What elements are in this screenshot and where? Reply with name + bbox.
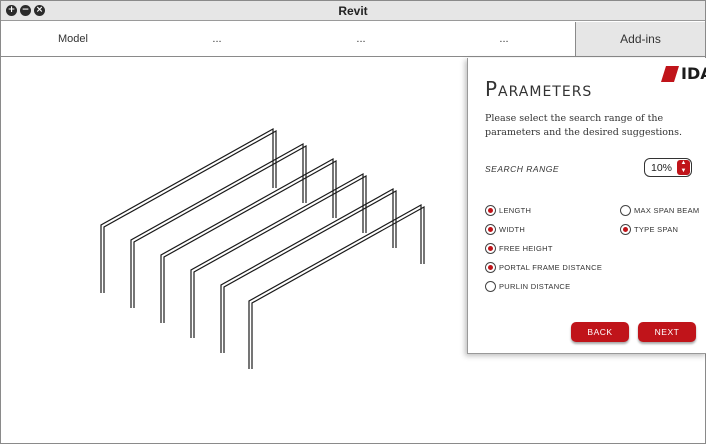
- option-label: PORTAL FRAME DISTANCE: [499, 263, 603, 272]
- app-window: + − × Revit Model ... ... ... Add-ins Pa…: [0, 0, 706, 444]
- radio-length[interactable]: [485, 205, 496, 216]
- radio-purlin-distance[interactable]: [485, 281, 496, 292]
- option-label: FREE HEIGHT: [499, 244, 553, 253]
- back-button[interactable]: BACK: [571, 322, 629, 342]
- stepper-buttons: ▲ ▼: [677, 160, 690, 175]
- search-range-value[interactable]: 10%: [651, 162, 672, 174]
- option-label: TYPE SPAN: [634, 225, 679, 234]
- radio-max-span-beam[interactable]: [620, 205, 631, 216]
- tab-placeholder-3[interactable]: ...: [433, 22, 575, 56]
- tab-model[interactable]: Model: [1, 22, 145, 56]
- search-range-label: SEARCH RANGE: [485, 164, 560, 174]
- panel-title: Parameters: [485, 77, 593, 101]
- search-range-stepper[interactable]: 10% ▲ ▼: [644, 158, 692, 177]
- next-button[interactable]: NEXT: [638, 322, 696, 342]
- title-bar: + − × Revit: [1, 1, 705, 21]
- option-label: MAX SPAN BEAM: [634, 206, 700, 215]
- tab-placeholder-1[interactable]: ...: [145, 22, 289, 56]
- chevron-down-icon[interactable]: ▼: [677, 168, 690, 175]
- logo-mark-icon: [661, 66, 679, 82]
- option-label: WIDTH: [499, 225, 526, 234]
- chevron-up-icon[interactable]: ▲: [677, 160, 690, 167]
- parameters-panel: Parameters IDA Please select the search …: [467, 58, 706, 354]
- radio-free-height[interactable]: [485, 243, 496, 254]
- ribbon-tabs: Model ... ... ... Add-ins: [1, 22, 705, 57]
- portal-frame: [248, 203, 425, 369]
- option-label: PURLIN DISTANCE: [499, 282, 571, 291]
- radio-type-span[interactable]: [620, 224, 631, 235]
- radio-portal-frame-distance[interactable]: [485, 262, 496, 273]
- option-label: LENGTH: [499, 206, 532, 215]
- logo-text: IDA: [681, 64, 706, 83]
- ida-logo: IDA: [661, 63, 706, 85]
- radio-width[interactable]: [485, 224, 496, 235]
- window-title: Revit: [338, 4, 368, 18]
- tab-placeholder-2[interactable]: ...: [289, 22, 433, 56]
- tab-add-ins[interactable]: Add-ins: [575, 22, 705, 56]
- panel-description: Please select the search range of the pa…: [485, 113, 683, 138]
